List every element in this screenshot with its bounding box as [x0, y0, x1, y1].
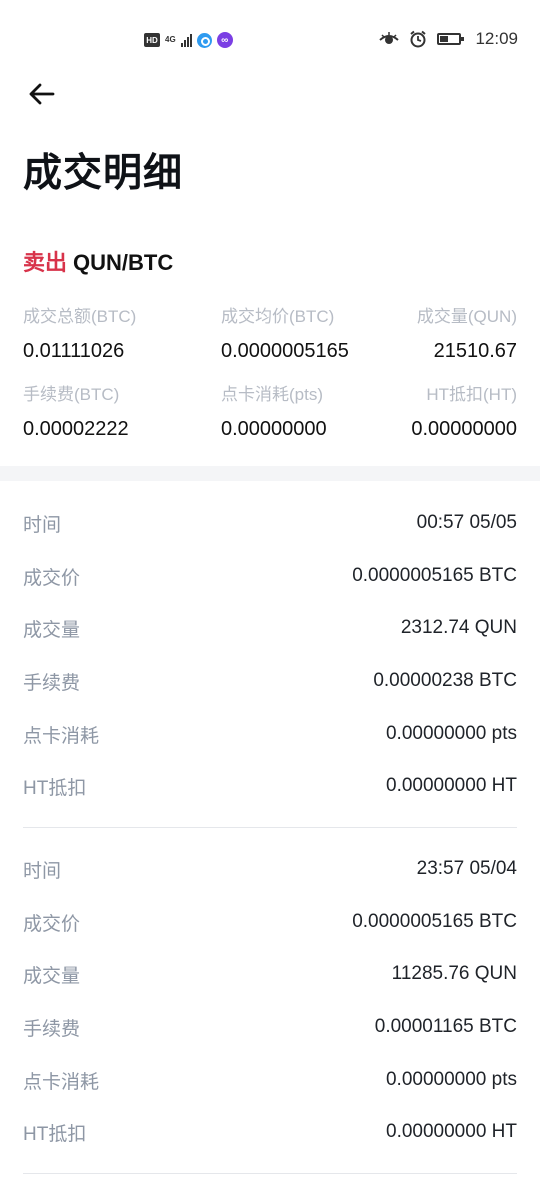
trade-value: 0.0000005165 BTC [352, 565, 517, 586]
summary-value: 0.00000000 [411, 418, 517, 440]
summary-value: 0.01111026 [23, 340, 125, 362]
status-bar-right: 12:09 [379, 29, 518, 49]
trade-row-ht: HT抵扣 0.00000000 HT [23, 1117, 517, 1147]
trade-row-price: 成交价 0.0000005165 BTC [23, 907, 517, 937]
order-pair: 卖出 QUN/BTC [23, 245, 173, 277]
trade-label: 点卡消耗 [23, 725, 100, 747]
summary-ht-deduction: HT抵扣(HT) 0.00000000 [317, 380, 517, 441]
trade-row-volume: 成交量 2312.74 QUN [23, 613, 517, 643]
trade-row-volume: 成交量 11285.76 QUN [23, 959, 517, 989]
signal-4g-icon: 4G [165, 35, 176, 44]
trade-value: 0.00000000 pts [385, 1069, 517, 1090]
trade-value: 0.00001165 BTC [374, 1016, 517, 1037]
trade-label: 手续费 [23, 672, 81, 694]
summary-value: 0.00002222 [23, 418, 129, 440]
trade-record: 时间 23:57 05/04 成交价 0.0000005165 BTC 成交量 … [23, 854, 517, 1184]
trade-label: 成交价 [23, 567, 81, 589]
order-summary: 成交总额(BTC) 0.01111026 成交均价(BTC) 0.0000005… [23, 302, 517, 452]
trade-value: 2312.74 QUN [400, 617, 517, 638]
trade-row-points: 点卡消耗 0.00000000 pts [23, 1065, 517, 1095]
summary-label: 手续费(BTC) [23, 385, 120, 404]
trade-label: 成交价 [23, 913, 81, 935]
app-chat-icon: ∞ [216, 32, 233, 48]
trade-separator [23, 827, 517, 828]
alarm-icon [410, 30, 427, 48]
trade-value: 0.00000000 pts [385, 723, 517, 744]
trade-row-fee: 手续费 0.00000238 BTC [23, 666, 517, 696]
page-title: 成交明细 [23, 152, 184, 195]
trade-label: 成交量 [23, 619, 81, 641]
trade-row-ht: HT抵扣 0.00000000 HT [23, 771, 517, 801]
summary-label: 成交总额(BTC) [23, 307, 137, 326]
trade-label: 成交量 [23, 965, 81, 987]
status-time: 12:09 [475, 29, 518, 48]
summary-label: 成交量(QUN) [416, 307, 517, 326]
trade-value: 0.00000238 BTC [373, 670, 517, 691]
trade-value: 0.0000005165 BTC [352, 911, 517, 932]
trade-row-time: 时间 23:57 05/04 [23, 854, 517, 884]
status-bar: HD 4G ∞ 12:09 [0, 0, 540, 80]
summary-fee: 手续费(BTC) 0.00002222 [23, 380, 223, 441]
trade-label: HT抵扣 [23, 1123, 87, 1145]
app-notification-icon [196, 32, 212, 48]
summary-total-amount: 成交总额(BTC) 0.01111026 [23, 302, 223, 363]
trade-value: 00:57 05/05 [416, 512, 517, 533]
trade-label: 点卡消耗 [23, 1071, 100, 1093]
eye-icon [379, 32, 400, 44]
trade-label: HT抵扣 [23, 777, 87, 799]
trade-row-time: 时间 00:57 05/05 [23, 508, 517, 538]
trade-value: 0.00000000 HT [386, 775, 517, 796]
section-divider [0, 466, 540, 481]
hd-icon: HD [144, 33, 160, 47]
trade-row-price: 成交价 0.0000005165 BTC [23, 561, 517, 591]
summary-label: HT抵扣(HT) [426, 385, 517, 404]
trade-value: 11285.76 QUN [391, 963, 517, 984]
trade-record: 时间 00:57 05/05 成交价 0.0000005165 BTC 成交量 … [23, 508, 517, 838]
summary-volume: 成交量(QUN) 21510.67 [317, 302, 517, 363]
trade-row-points: 点卡消耗 0.00000000 pts [23, 719, 517, 749]
back-button[interactable] [26, 78, 58, 110]
trade-separator [23, 1173, 517, 1174]
status-bar-left: HD 4G ∞ [144, 30, 233, 50]
battery-icon [437, 33, 465, 45]
trade-value: 0.00000000 HT [386, 1121, 517, 1142]
signal-bars-icon [180, 33, 192, 47]
trade-row-fee: 手续费 0.00001165 BTC [23, 1012, 517, 1042]
trade-label: 手续费 [23, 1018, 81, 1040]
trade-value: 23:57 05/04 [416, 858, 517, 879]
order-side-badge: 卖出 [23, 250, 68, 275]
order-symbol: QUN/BTC [73, 250, 174, 275]
trade-label: 时间 [23, 860, 62, 882]
summary-value: 21510.67 [433, 340, 517, 362]
trade-label: 时间 [23, 514, 62, 536]
arrow-left-icon [29, 83, 55, 105]
